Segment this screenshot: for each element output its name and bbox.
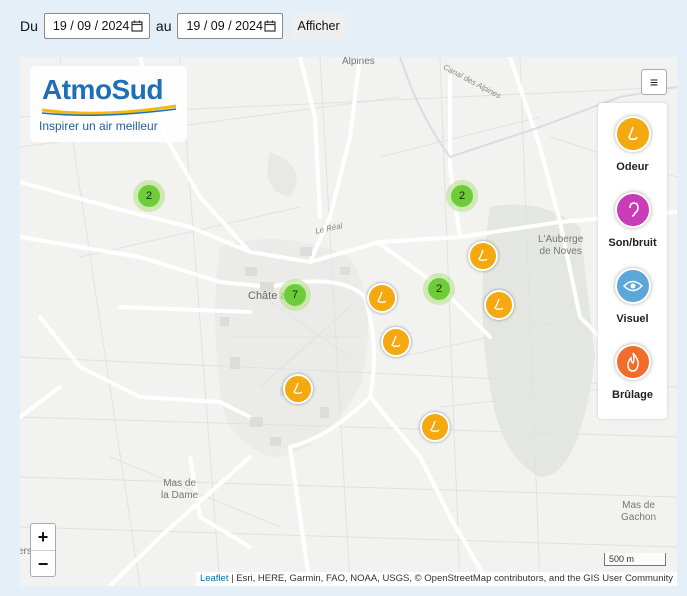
legend-label-son: Son/bruit xyxy=(608,237,657,249)
nose-icon xyxy=(430,420,440,432)
map[interactable]: Alpines Canal des Alpines Le Réal Châte … xyxy=(20,57,677,586)
place-label-alpines: Alpines xyxy=(342,57,375,67)
marker-cluster[interactable]: 2 xyxy=(423,273,455,305)
place-label-auberge: L'Auberge de Noves xyxy=(538,234,584,257)
cluster-count: 2 xyxy=(435,283,443,295)
legend-label-odeur: Odeur xyxy=(616,161,649,173)
legend-item-brulage[interactable]: Brûlage xyxy=(598,344,667,401)
marker-cluster[interactable]: 2 xyxy=(133,180,165,212)
legend-item-son[interactable]: Son/bruit xyxy=(598,192,667,249)
odor-marker[interactable] xyxy=(381,327,411,357)
nose-icon xyxy=(614,116,651,152)
layers-menu-button[interactable]: ≡ xyxy=(641,69,667,95)
legend-label-brulage: Brûlage xyxy=(612,389,653,401)
scale-bar: 500 m xyxy=(604,553,666,566)
to-label: au xyxy=(155,18,172,34)
category-legend: Odeur Son/bruit Visuel Brûlage xyxy=(598,103,667,419)
zoom-control: + − xyxy=(30,523,56,577)
nose-icon xyxy=(478,249,488,261)
to-date-input[interactable]: 19 / 09 / 2024 xyxy=(177,13,284,39)
hamburger-icon: ≡ xyxy=(649,74,659,90)
legend-item-visuel[interactable]: Visuel xyxy=(598,268,667,325)
date-filter-bar: Du 19 / 09 / 2024 au 19 / 09 / 2024 Affi… xyxy=(20,13,346,39)
map-attribution: Leaflet | Esri, HERE, Garmin, FAO, NOAA,… xyxy=(195,572,677,586)
from-label: Du xyxy=(20,18,38,34)
legend-item-odeur[interactable]: Odeur xyxy=(598,116,667,173)
nose-icon xyxy=(377,291,387,303)
leaflet-link[interactable]: Leaflet xyxy=(200,573,229,584)
attribution-text: | Esri, HERE, Garmin, FAO, NOAA, USGS, ©… xyxy=(228,573,673,584)
flame-icon xyxy=(614,344,651,380)
zoom-in-button[interactable]: + xyxy=(31,524,55,550)
to-date-value: 19 / 09 / 2024 xyxy=(186,19,263,33)
marker-cluster[interactable]: 2 xyxy=(446,180,478,212)
legend-label-visuel: Visuel xyxy=(616,313,649,325)
logo-tagline: Inspirer un air meilleur xyxy=(39,119,158,133)
afficher-button[interactable]: Afficher xyxy=(291,13,346,39)
place-label-mas-gachon: Mas de Gachon xyxy=(621,500,657,523)
odor-marker[interactable] xyxy=(420,412,450,442)
eye-icon xyxy=(614,268,651,304)
zoom-out-button[interactable]: − xyxy=(31,550,55,576)
calendar-icon[interactable] xyxy=(264,20,277,32)
from-date-input[interactable]: 19 / 09 / 2024 xyxy=(43,13,150,39)
odor-marker[interactable] xyxy=(484,290,514,320)
cluster-count: 2 xyxy=(145,190,153,202)
nose-icon xyxy=(391,335,401,347)
cluster-count: 7 xyxy=(291,289,299,301)
logo-title: AtmoSud xyxy=(42,74,163,105)
place-label-mas-dame: Mas de la Dame xyxy=(161,478,199,501)
marker-cluster[interactable]: 7 xyxy=(279,279,311,311)
odor-marker[interactable] xyxy=(283,374,313,404)
odor-marker[interactable] xyxy=(367,283,397,313)
nose-icon xyxy=(293,382,303,394)
ear-icon xyxy=(614,192,651,228)
cluster-count: 2 xyxy=(458,190,466,202)
odor-marker[interactable] xyxy=(468,241,498,271)
from-date-value: 19 / 09 / 2024 xyxy=(52,19,130,33)
calendar-icon[interactable] xyxy=(131,20,143,32)
nose-icon xyxy=(494,298,504,310)
atmosud-logo: AtmoSud Inspirer un air meilleur xyxy=(30,66,187,142)
logo-swoosh-icon xyxy=(41,104,177,116)
